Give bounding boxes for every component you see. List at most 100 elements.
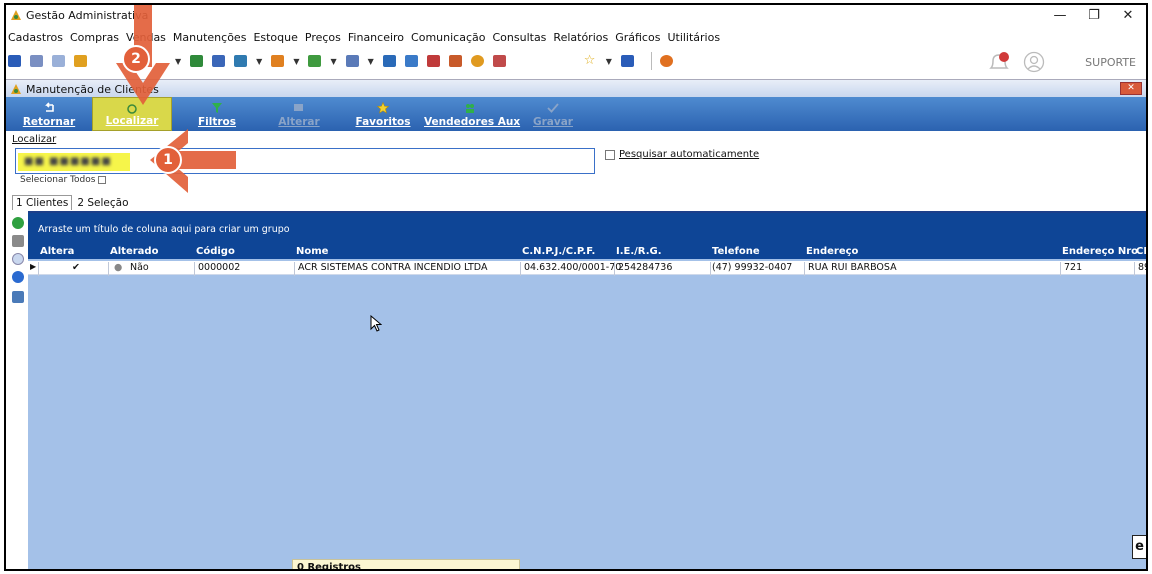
export-icon[interactable]: [12, 291, 24, 303]
star-icon: [377, 102, 389, 114]
select-all-label: Selecionar Todos: [20, 175, 96, 185]
menu-consultas[interactable]: Consultas: [492, 31, 546, 44]
bell-icon[interactable]: [987, 51, 1013, 73]
retornar-button[interactable]: Retornar: [18, 97, 80, 131]
tab-selecao[interactable]: 2 Seleção: [73, 195, 133, 210]
folder-icon[interactable]: [8, 55, 21, 67]
toolbar-spacer: [515, 55, 575, 67]
cell-altera-checkbox[interactable]: ✔: [72, 262, 80, 273]
select-all-toggle[interactable]: Selecionar Todos: [20, 175, 110, 185]
search-input-value: ■■ ■■■■■■: [24, 156, 112, 167]
clock-icon[interactable]: [470, 55, 484, 67]
user-edit-icon[interactable]: [345, 55, 359, 67]
cell-divider: [38, 262, 39, 276]
document-icon[interactable]: [212, 55, 226, 67]
menu-comunicacao[interactable]: Comunicação: [411, 31, 485, 44]
menu-cadastros[interactable]: Cadastros: [8, 31, 63, 44]
menu-relatorios[interactable]: Relatórios: [553, 31, 608, 44]
favoritos-button[interactable]: Favoritos: [352, 97, 414, 131]
cell-nome: ACR SISTEMAS CONTRA INCENDIO LTDA: [298, 262, 488, 273]
window-icon[interactable]: [620, 55, 634, 67]
vendedores-aux-button[interactable]: Vendedores Aux: [424, 97, 521, 131]
list-icon[interactable]: [74, 55, 87, 67]
close-button[interactable]: ✕: [1110, 7, 1146, 25]
search-group-legend: Localizar: [12, 134, 57, 145]
vendedores-aux-label: Vendedores Aux: [424, 116, 521, 128]
chevron-down-icon[interactable]: ▼: [293, 57, 299, 66]
report-icon[interactable]: [382, 55, 396, 67]
col-nome[interactable]: Nome: [296, 246, 328, 257]
menu-estoque[interactable]: Estoque: [253, 31, 297, 44]
chevron-down-icon[interactable]: ▼: [606, 57, 612, 66]
col-altera[interactable]: Altera: [40, 246, 74, 257]
col-endereco[interactable]: Endereço: [806, 246, 858, 257]
cell-codigo: 0000002: [198, 262, 241, 273]
auto-search-label: Pesquisar automaticamente: [619, 149, 760, 160]
users-icon[interactable]: [30, 55, 43, 67]
auto-search-checkbox-box[interactable]: [605, 149, 615, 160]
menu-financeiro[interactable]: Financeiro: [348, 31, 404, 44]
add-icon[interactable]: [12, 217, 24, 229]
user-avatar-icon[interactable]: [1023, 51, 1045, 73]
box-icon[interactable]: [271, 55, 285, 67]
menu-precos[interactable]: Preços: [305, 31, 341, 44]
search-input[interactable]: ■■ ■■■■■■: [15, 148, 595, 174]
alterar-label: Alterar: [278, 116, 320, 128]
cell-telefone: (47) 99932-0407: [712, 262, 793, 273]
col-codigo[interactable]: Código: [196, 246, 235, 257]
menu-manutencoes[interactable]: Manutenções: [173, 31, 247, 44]
chevron-down-icon[interactable]: ▼: [256, 57, 262, 66]
settings-icon[interactable]: [12, 253, 24, 265]
col-alterado[interactable]: Alterado: [110, 246, 158, 257]
cart-icon[interactable]: [234, 55, 248, 67]
child-close-button[interactable]: ✕: [1120, 82, 1142, 95]
support-link[interactable]: SUPORTE: [1085, 56, 1136, 69]
main-toolbar: ▼ ▼ ▼ ▼ ▼ ☆ ▼: [6, 47, 1146, 75]
calculator-icon[interactable]: [404, 55, 418, 67]
cell-cep: 892: [1138, 262, 1146, 273]
power-icon[interactable]: [659, 55, 673, 67]
return-arrow-icon: [45, 102, 54, 112]
cell-divider: [1134, 262, 1135, 276]
card-icon[interactable]: [52, 55, 65, 67]
cell-divider: [710, 262, 711, 276]
minimize-button[interactable]: —: [1042, 7, 1078, 25]
gravar-button[interactable]: Gravar: [522, 97, 584, 131]
alterar-button[interactable]: Alterar: [268, 97, 330, 131]
side-panel-toggle[interactable]: e: [1132, 535, 1146, 559]
edit-icon: [294, 104, 303, 111]
menu-utilitarios[interactable]: Utilitários: [667, 31, 720, 44]
chart-icon[interactable]: [448, 55, 462, 67]
col-cep[interactable]: CEP: [1136, 246, 1146, 257]
side-toolbar: [9, 213, 27, 569]
checkmark-icon: [547, 103, 559, 113]
col-cnpj[interactable]: C.N.P.J./C.P.F.: [522, 246, 595, 257]
info-icon[interactable]: [12, 271, 24, 283]
toolbar-separator: [650, 52, 652, 70]
doc-search-icon[interactable]: [492, 55, 506, 67]
chevron-down-icon[interactable]: ▼: [330, 57, 336, 66]
star-icon[interactable]: ☆: [584, 54, 597, 67]
select-all-checkbox[interactable]: [98, 175, 107, 184]
table-row[interactable]: ▶ ✔ ● Não 0000002 ACR SISTEMAS CONTRA IN…: [28, 261, 1146, 276]
people-icon[interactable]: [190, 55, 204, 67]
maximize-button[interactable]: ❐: [1076, 7, 1112, 25]
tab-clientes[interactable]: 1 Clientes: [12, 195, 73, 210]
group-by-area[interactable]: Arraste um título de coluna aqui para cr…: [28, 213, 1146, 245]
gravar-label: Gravar: [533, 116, 573, 128]
mouse-cursor-icon: [370, 315, 382, 332]
col-ie[interactable]: I.E./R.G.: [616, 246, 662, 257]
clients-grid: Arraste um título de coluna aqui para cr…: [28, 211, 1146, 569]
calendar-icon[interactable]: [426, 55, 440, 67]
chevron-down-icon[interactable]: ▼: [368, 57, 374, 66]
people-icon: [466, 104, 474, 113]
cell-divider: [520, 262, 521, 276]
col-endereco-nro[interactable]: Endereço Nro: [1062, 246, 1138, 257]
col-telefone[interactable]: Telefone: [712, 246, 760, 257]
menu-graficos[interactable]: Gráficos: [615, 31, 660, 44]
trash-icon[interactable]: [12, 235, 24, 247]
cell-alterado: Não: [130, 262, 149, 273]
truck-icon[interactable]: [308, 55, 322, 67]
cell-divider: [804, 262, 805, 276]
auto-search-checkbox[interactable]: Pesquisar automaticamente: [605, 149, 759, 160]
